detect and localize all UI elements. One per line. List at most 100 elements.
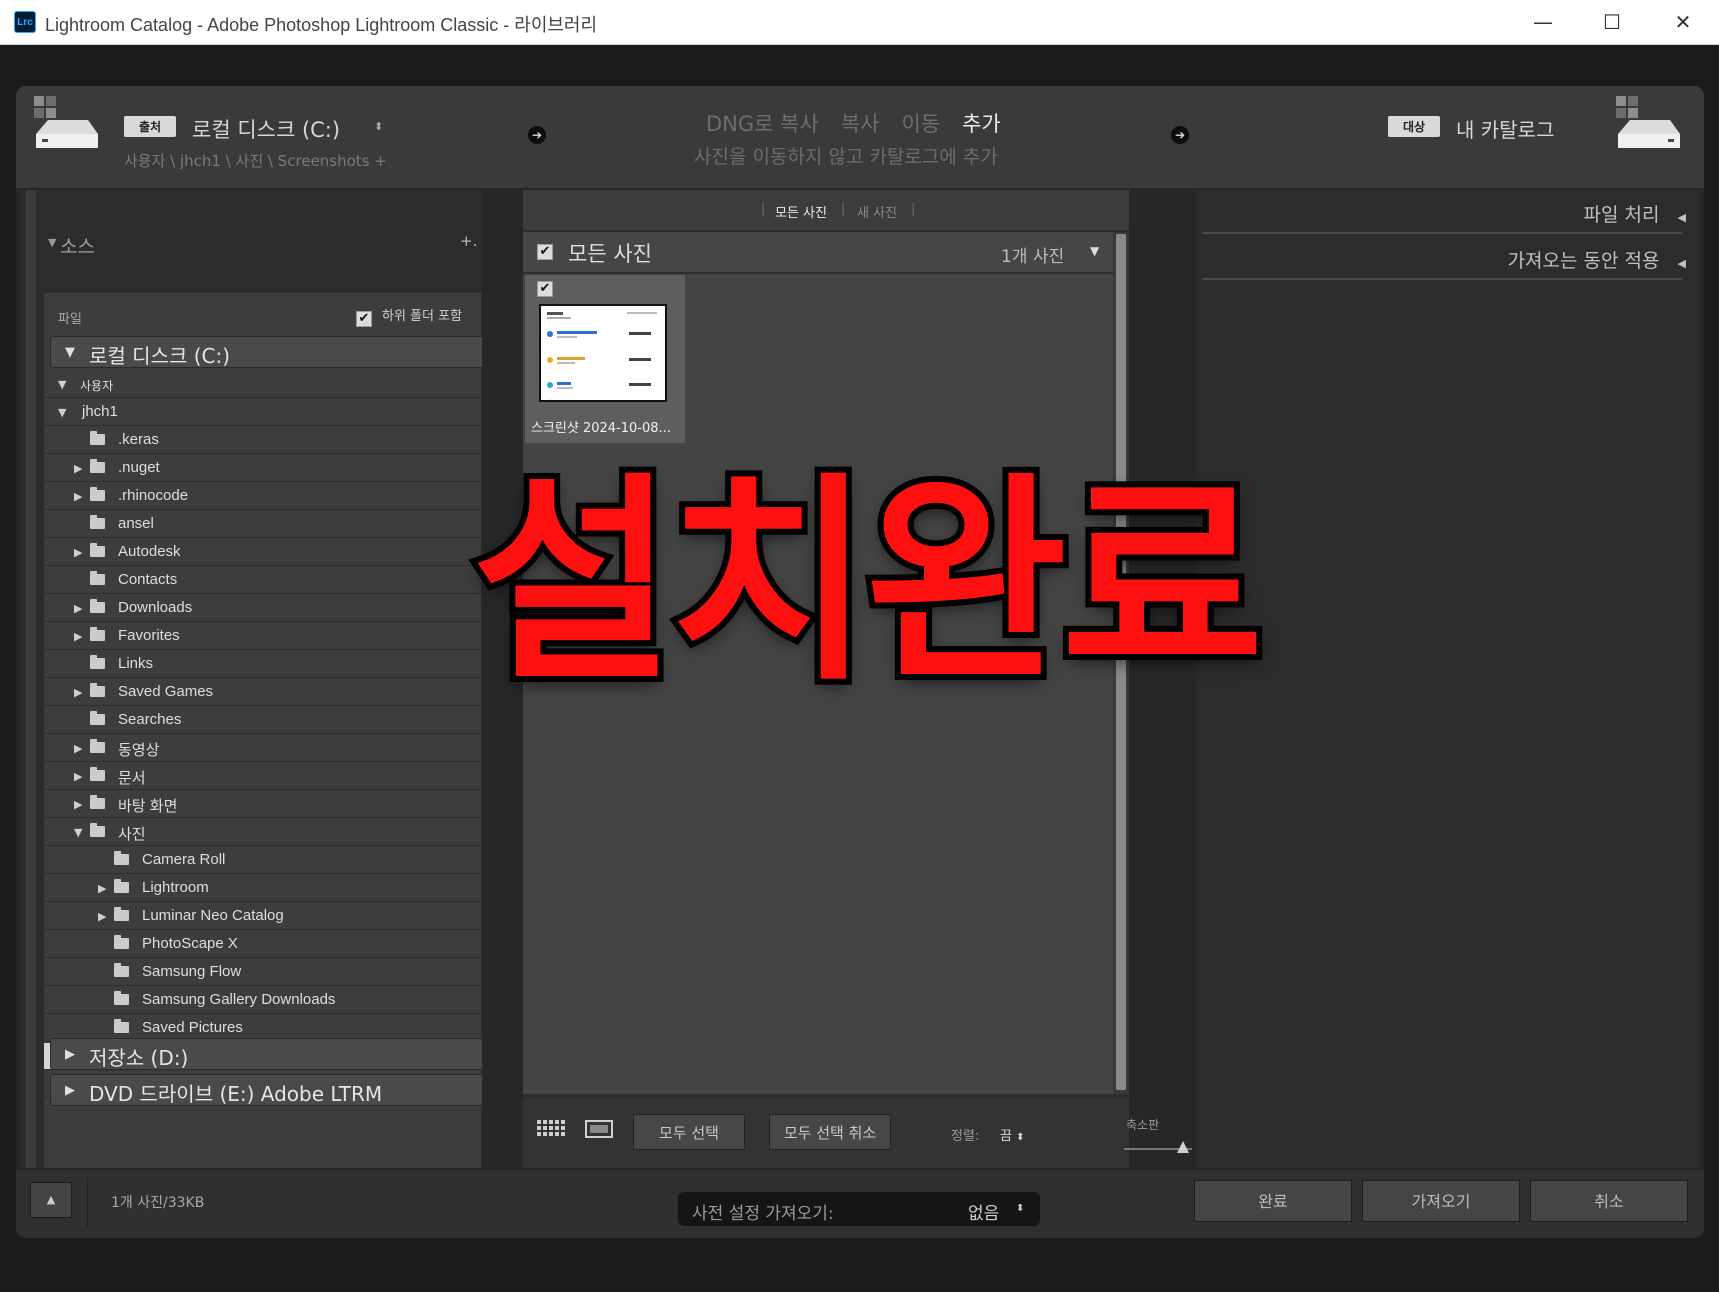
photo-thumbnail[interactable]: ✔ 스크린샷 2024-10-08... <box>525 275 685 443</box>
expand-triangle-icon[interactable]: ▶ <box>74 770 82 783</box>
volume-c-drive[interactable]: ▼ 로컬 디스크 (C:) <box>50 336 482 368</box>
collapse-triangle-icon[interactable]: ▼ <box>58 406 66 419</box>
folder-icon <box>90 655 105 669</box>
done-button[interactable]: 완료 <box>1194 1180 1352 1222</box>
grid-title: 모든 사진 <box>568 242 652 266</box>
folder-label: 사용자 <box>80 379 114 393</box>
folder-row[interactable]: Searches <box>44 707 481 734</box>
expand-triangle-icon[interactable]: ▶ <box>74 686 82 699</box>
volume-name: 저장소 (D:) <box>89 1046 189 1070</box>
folder-label: 바탕 화면 <box>118 798 178 815</box>
mode-move[interactable]: 이동 <box>901 112 940 136</box>
folder-row[interactable]: Camera Roll <box>44 847 481 874</box>
folder-icon <box>90 739 105 753</box>
source-name[interactable]: 로컬 디스크 (C:) <box>192 114 340 144</box>
folder-label: .rhinocode <box>118 487 189 504</box>
file-handling-header[interactable]: 파일 처리 ◀ <box>1584 200 1686 227</box>
filter-all-photos[interactable]: 모든 사진 <box>775 202 827 221</box>
apply-during-import-header[interactable]: 가져오는 동안 적용 ◀ <box>1508 246 1686 273</box>
folder-row[interactable]: ▶ 문서 <box>44 763 481 790</box>
add-source-button[interactable]: +. <box>460 232 477 250</box>
grid-view-icon[interactable] <box>537 1120 567 1140</box>
window-title: Lightroom Catalog - Adobe Photoshop Ligh… <box>45 15 598 35</box>
grid-menu-icon[interactable]: ▼ <box>1090 244 1099 258</box>
minimize-button[interactable]: — <box>1523 7 1563 37</box>
checkbox-check-icon[interactable]: ✔ <box>356 311 372 327</box>
collapse-triangle-icon[interactable]: ▼ <box>58 378 66 391</box>
folder-icon <box>90 543 105 557</box>
import-preset-dropdown[interactable]: 사전 설정 가져오기: 없음 ⬍ <box>678 1192 1040 1226</box>
expand-triangle-icon[interactable]: ▶ <box>98 910 106 923</box>
folder-icon <box>114 851 129 865</box>
import-size-info: 1개 사진/33KB <box>111 1195 205 1211</box>
folder-label: ansel <box>118 515 154 532</box>
collapse-left-icon[interactable]: ◀ <box>1678 211 1686 224</box>
source-badge: 출처 <box>124 116 176 137</box>
select-all-check-icon[interactable]: ✔ <box>537 244 553 260</box>
collapse-left-icon[interactable]: ◀ <box>1678 257 1686 270</box>
folder-row[interactable]: ▶ Luminar Neo Catalog <box>44 903 481 930</box>
expand-triangle-icon[interactable]: ▶ <box>74 742 82 755</box>
source-panel-title[interactable]: 소스 <box>60 232 95 259</box>
folder-row[interactable]: ▶ 바탕 화면 <box>44 791 481 818</box>
volume-d-drive[interactable]: ▶ 저장소 (D:) <box>50 1038 482 1070</box>
collapse-triangle-icon[interactable]: ▼ <box>74 826 82 839</box>
folder-label: Camera Roll <box>142 851 226 868</box>
cancel-button[interactable]: 취소 <box>1530 1180 1688 1222</box>
maximize-button[interactable]: ☐ <box>1592 7 1632 37</box>
folder-row[interactable]: Samsung Flow <box>44 959 481 986</box>
deselect-all-button[interactable]: 모두 선택 취소 <box>769 1114 891 1150</box>
slider-thumb-icon[interactable] <box>1177 1141 1189 1153</box>
window-titlebar: Lrc Lightroom Catalog - Adobe Photoshop … <box>0 0 1719 45</box>
include-subfolders-checkbox[interactable]: ✔ 하위 폴더 포함 <box>356 305 462 327</box>
source-collapse-icon[interactable]: ▼ <box>48 236 56 249</box>
grid-header: ✔ 모든 사진 1개 사진 ▼ <box>523 232 1115 272</box>
install-complete-overlay: 설치완료 <box>466 454 1270 710</box>
apply-during-import-label: 가져오는 동안 적용 <box>1507 250 1660 272</box>
left-panel-scrollbar[interactable] <box>26 190 36 1168</box>
files-tree: 파일 ✔ 하위 폴더 포함 ▼ 로컬 디스크 (C:) ▼ 사용자 ▼ jhch1 .ke… <box>44 293 482 1168</box>
folder-row[interactable]: ▼ jhch1 <box>44 399 481 426</box>
destination-name[interactable]: 내 카탈로그 <box>1456 114 1554 143</box>
folder-row[interactable]: ▼ 사용자 <box>44 371 481 398</box>
sort-dropdown[interactable]: 끔 ⬍ <box>1000 1125 1025 1144</box>
expand-triangle-icon[interactable]: ▼ <box>65 345 75 360</box>
folder-row[interactable]: ▼ 사진 <box>44 819 481 846</box>
source-dropdown-icon[interactable]: ⬍ <box>374 120 383 133</box>
expand-triangle-icon[interactable]: ▶ <box>74 602 82 615</box>
import-button[interactable]: 가져오기 <box>1362 1180 1520 1222</box>
loupe-view-icon[interactable] <box>585 1120 613 1138</box>
mode-copy[interactable]: 복사 <box>841 112 880 136</box>
folder-row[interactable]: PhotoScape X <box>44 931 481 958</box>
expand-triangle-icon[interactable]: ▶ <box>74 490 82 503</box>
folder-row[interactable]: ▶ Lightroom <box>44 875 481 902</box>
filter-new-photos[interactable]: 새 사진 <box>857 202 897 221</box>
expand-up-button[interactable]: ▲ <box>30 1182 72 1218</box>
folder-icon <box>114 879 129 893</box>
folder-row[interactable]: .keras <box>44 427 481 454</box>
thumbnail-check-icon[interactable]: ✔ <box>537 281 553 297</box>
folder-icon <box>90 431 105 445</box>
expand-triangle-icon[interactable]: ▶ <box>98 882 106 895</box>
volume-e-drive[interactable]: ▶ DVD 드라이브 (E:) Adobe LTRM <box>50 1074 482 1106</box>
expand-triangle-icon[interactable]: ▶ <box>65 1047 75 1062</box>
folder-label: Autodesk <box>118 543 181 560</box>
folder-row[interactable]: Samsung Gallery Downloads <box>44 987 481 1014</box>
expand-triangle-icon[interactable]: ▶ <box>65 1083 75 1098</box>
folder-label: PhotoScape X <box>142 935 238 952</box>
folder-label: 사진 <box>118 826 146 843</box>
folder-row[interactable]: ▶ 동영상 <box>44 735 481 762</box>
expand-triangle-icon[interactable]: ▶ <box>74 546 82 559</box>
expand-triangle-icon[interactable]: ▶ <box>74 462 82 475</box>
sort-value: 끔 <box>1000 1129 1012 1144</box>
folder-label: Contacts <box>118 571 178 588</box>
import-mode-bar: DNG로 복사 복사 이동 추가 <box>706 108 1023 138</box>
close-button[interactable]: ✕ <box>1663 7 1703 37</box>
select-all-button[interactable]: 모두 선택 <box>633 1114 745 1150</box>
expand-triangle-icon[interactable]: ▶ <box>74 798 82 811</box>
folder-label: 동영상 <box>118 742 160 759</box>
mode-add[interactable]: 추가 <box>962 112 1001 136</box>
expand-triangle-icon[interactable]: ▶ <box>74 630 82 643</box>
folder-icon <box>90 627 105 641</box>
mode-copy-dng[interactable]: DNG로 복사 <box>706 112 819 136</box>
